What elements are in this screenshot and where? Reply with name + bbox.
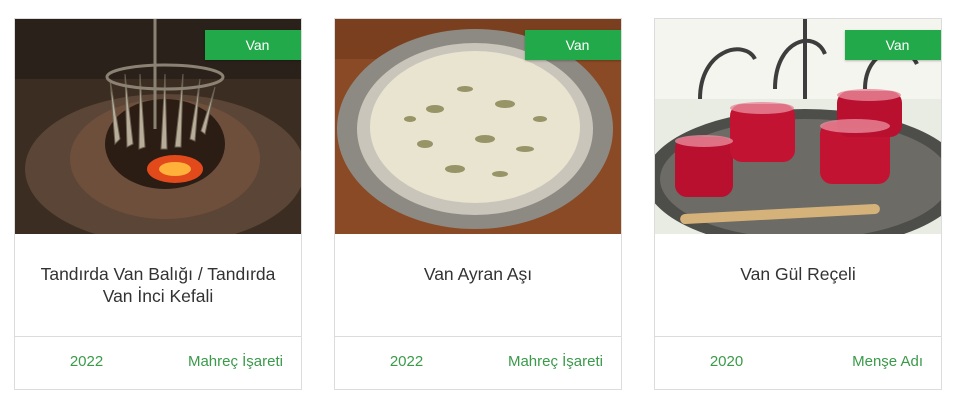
card-divider bbox=[335, 336, 621, 337]
region-ribbon: Van bbox=[205, 30, 301, 60]
card-year: 2022 bbox=[389, 353, 424, 370]
card-image[interactable]: Van bbox=[15, 19, 301, 234]
card-type: Menşe Adı bbox=[852, 353, 923, 370]
product-card[interactable]: Van Van Gül Reçeli 2020 Menşe Adı bbox=[654, 18, 942, 390]
region-ribbon: Van bbox=[525, 30, 621, 60]
card-title[interactable]: Van Gül Reçeli bbox=[665, 263, 931, 285]
card-image[interactable]: Van bbox=[655, 19, 941, 234]
card-type: Mahreç İşareti bbox=[187, 353, 283, 370]
card-title[interactable]: Van Ayran Aşı bbox=[345, 263, 611, 285]
product-card[interactable]: Van Tandırda Van Balığı / Tandırda Van İ… bbox=[14, 18, 302, 390]
card-divider bbox=[655, 336, 941, 337]
card-divider bbox=[15, 336, 301, 337]
card-year: 2020 bbox=[709, 353, 744, 370]
region-ribbon: Van bbox=[845, 30, 941, 60]
card-title[interactable]: Tandırda Van Balığı / Tandırda Van İnci … bbox=[25, 263, 291, 307]
card-type: Mahreç İşareti bbox=[507, 353, 603, 370]
product-card-grid: Van Tandırda Van Balığı / Tandırda Van İ… bbox=[0, 0, 962, 403]
card-year: 2022 bbox=[69, 353, 104, 370]
product-card[interactable]: Van Van Ayran Aşı 2022 Mahreç İşareti bbox=[334, 18, 622, 390]
card-image[interactable]: Van bbox=[335, 19, 621, 234]
